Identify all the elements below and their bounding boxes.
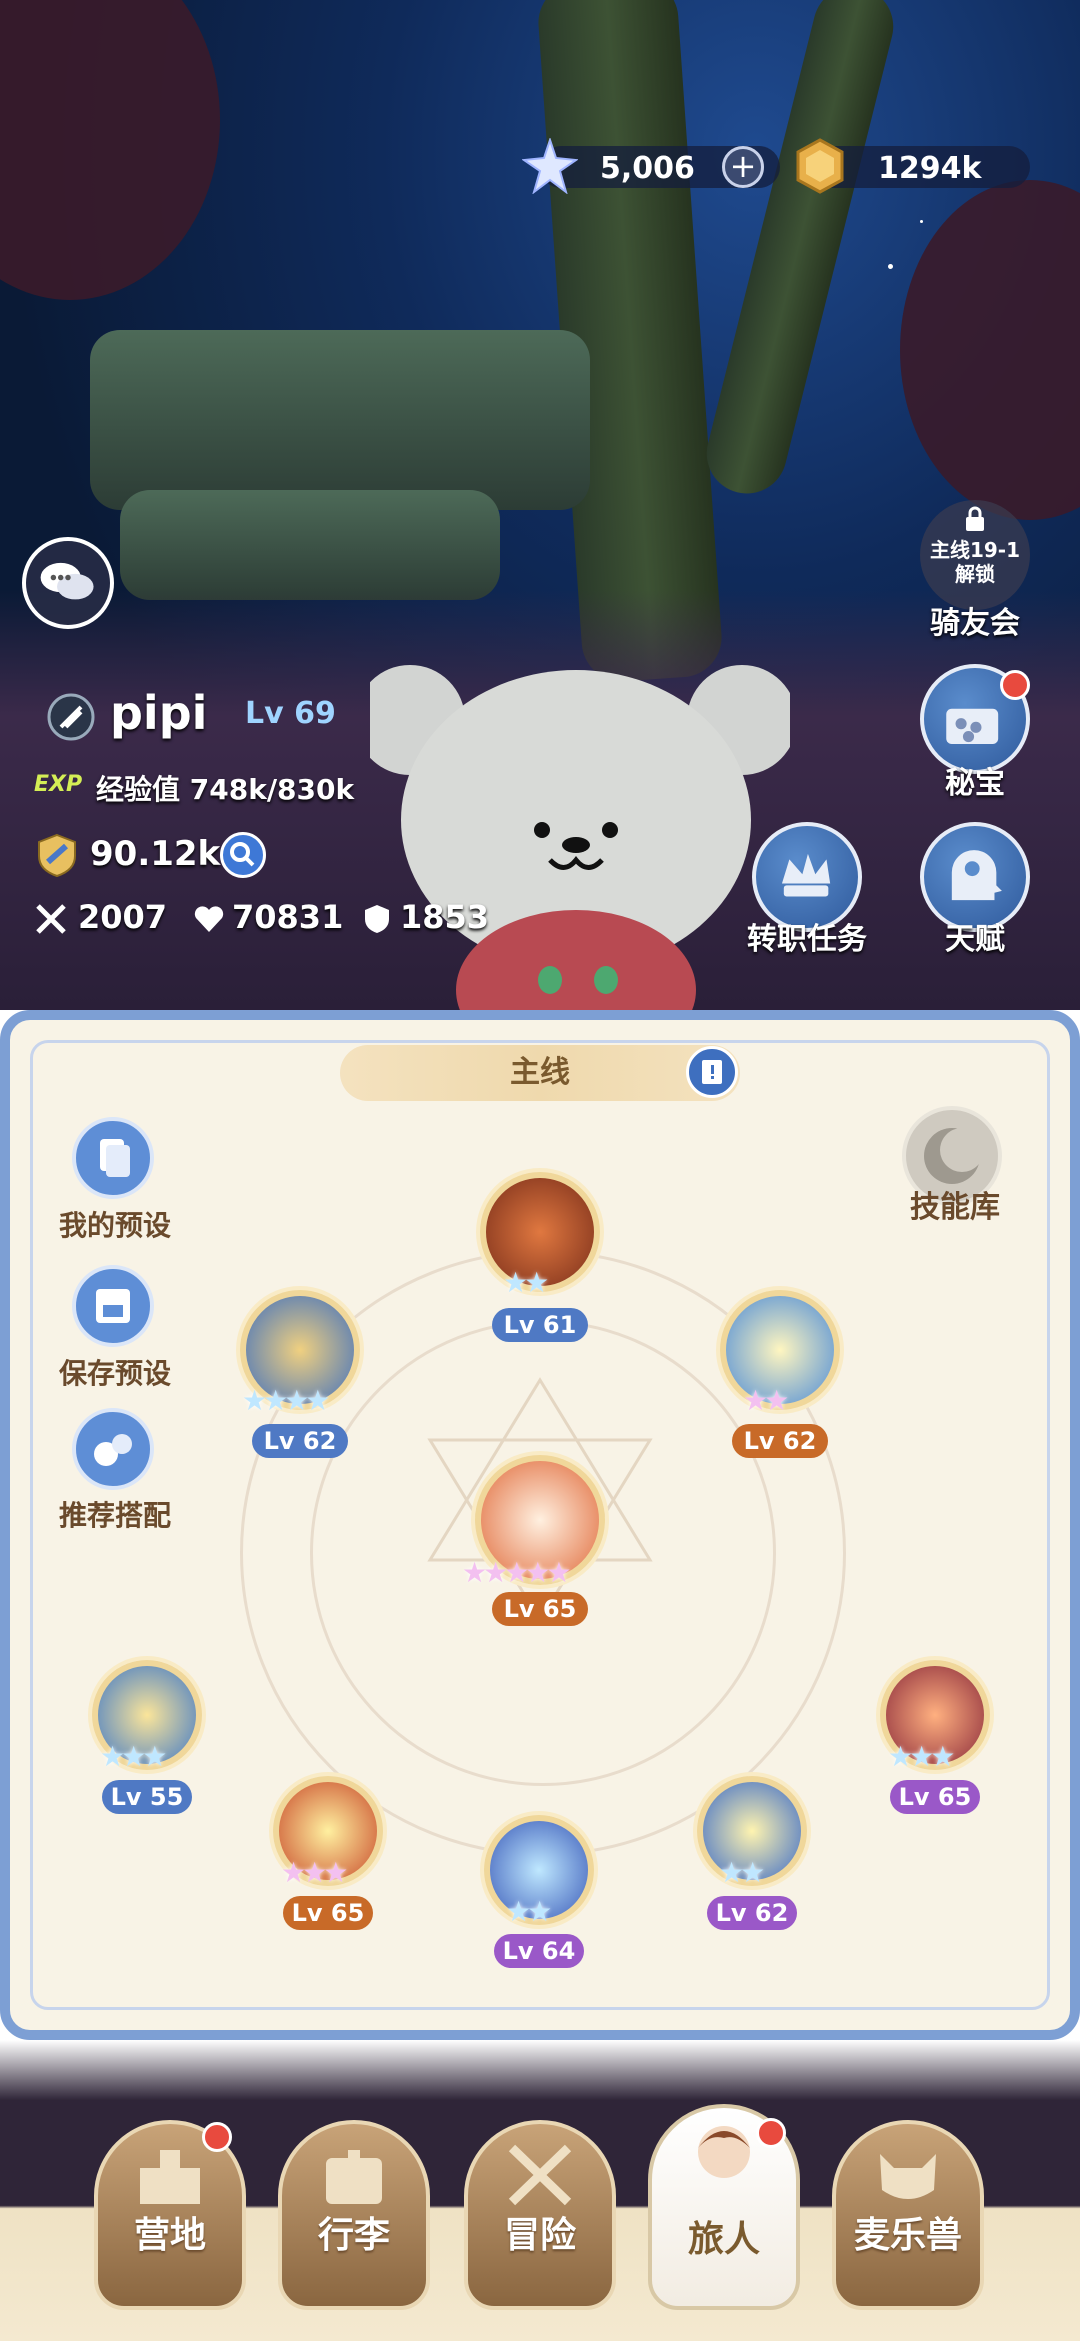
nav-traveler-label: 旅人 (687, 2219, 760, 2260)
guide-book-button[interactable] (686, 1046, 738, 1098)
nav-camp-label: 营地 (133, 2215, 206, 2256)
my-presets-button[interactable] (72, 1117, 154, 1199)
player-level: Lv 69 (245, 696, 336, 731)
head-brain-icon (951, 850, 1002, 901)
defense-shield-icon (365, 905, 389, 933)
castle-icon (140, 2150, 200, 2204)
star (920, 220, 923, 223)
skill-stars: ★★★ (100, 1740, 167, 1773)
power-value: 90.12k (90, 834, 221, 874)
exp-value: 经验值 748k/830k (96, 773, 355, 806)
skill-library-label: 技能库 (910, 1190, 1000, 1225)
recommended-build-label: 推荐搭配 (58, 1499, 171, 1532)
club-locked-button[interactable]: 主线19-1 解锁 (920, 500, 1030, 610)
skill-level: Lv 55 (102, 1780, 192, 1814)
hp-heart-icon (194, 906, 224, 932)
skill-stars: ★★ (506, 1895, 552, 1928)
club-label: 骑友会 (930, 606, 1020, 641)
skill-level: Lv 62 (707, 1896, 797, 1930)
crossed-swords-icon (508, 2144, 572, 2206)
player-name: pipi (110, 686, 208, 740)
skill-level: Lv 65 (283, 1896, 373, 1930)
treasure-label: 秘宝 (945, 766, 1005, 801)
traveler-avatar-icon (698, 2126, 750, 2178)
exp-tag: EXP (34, 772, 83, 797)
skill-level: Lv 64 (494, 1934, 584, 1968)
save-preset-label: 保存预设 (58, 1357, 171, 1390)
fox-pet-icon (880, 2154, 936, 2199)
recommended-build-button[interactable] (72, 1408, 154, 1490)
power-shield-icon (38, 833, 76, 878)
skill-level: Lv 62 (732, 1424, 828, 1458)
notification-badge (756, 2118, 786, 2148)
club-unlock-req: 主线19-1 (929, 538, 1021, 562)
lock-icon (966, 506, 984, 531)
crystal-icon (522, 138, 578, 194)
skill-stars: ★★ (719, 1856, 765, 1889)
skill-level: Lv 62 (252, 1424, 348, 1458)
my-presets-label: 我的预设 (58, 1209, 171, 1242)
rock (90, 330, 590, 510)
class-emblem-icon (47, 693, 95, 741)
hp-value: 70831 (232, 898, 344, 936)
attack-value: 2007 (78, 898, 168, 936)
notification-badge (1000, 670, 1030, 700)
magnifier-icon (230, 842, 255, 867)
skill-stars: ★★★★★ (462, 1556, 571, 1589)
tree-foliage (0, 0, 220, 300)
skill-level: Lv 65 (890, 1780, 980, 1814)
gem-amount: 5,006 (600, 151, 695, 186)
attack-swords-icon (36, 904, 66, 934)
rock (120, 490, 500, 600)
luggage-icon (326, 2150, 382, 2204)
nav-luggage-label: 行李 (317, 2215, 390, 2256)
defense-value: 1853 (400, 898, 490, 936)
star (888, 264, 893, 269)
tree-foliage (900, 180, 1080, 520)
tab-main-story[interactable]: 主线 (340, 1045, 740, 1101)
save-disk-icon (96, 1289, 130, 1323)
add-gems-button[interactable]: + (722, 146, 764, 188)
skill-stars: ★★★ (888, 1740, 955, 1773)
chat-bubble-icon (40, 562, 94, 600)
skill-stars: ★★ (503, 1266, 549, 1299)
gold-amount: 1294k (878, 151, 982, 186)
club-unlock-label: 解锁 (955, 562, 995, 586)
book-icon (702, 1060, 722, 1084)
gold-counter: 1294k (796, 138, 1030, 194)
chat-button[interactable] (22, 537, 114, 629)
nav-adventure-label: 冒险 (503, 2215, 576, 2256)
skill-stars: ★★★ (281, 1856, 348, 1889)
power-detail-button[interactable] (220, 832, 266, 878)
skill-stars: ★★★★ (242, 1384, 330, 1417)
tree-trunk (698, 0, 902, 502)
nav-pet-label: 麦乐兽 (853, 2215, 962, 2256)
notification-badge (202, 2122, 232, 2152)
talent-label: 天赋 (945, 922, 1005, 957)
cards-icon (100, 1139, 130, 1177)
player-character (370, 665, 790, 1020)
skill-level: Lv 61 (492, 1308, 588, 1342)
skill-stars: ★★ (743, 1384, 789, 1417)
skill-level: Lv 65 (492, 1592, 588, 1626)
save-preset-button[interactable] (72, 1265, 154, 1347)
gold-coin-icon (796, 138, 844, 194)
recommend-icon (94, 1434, 132, 1466)
